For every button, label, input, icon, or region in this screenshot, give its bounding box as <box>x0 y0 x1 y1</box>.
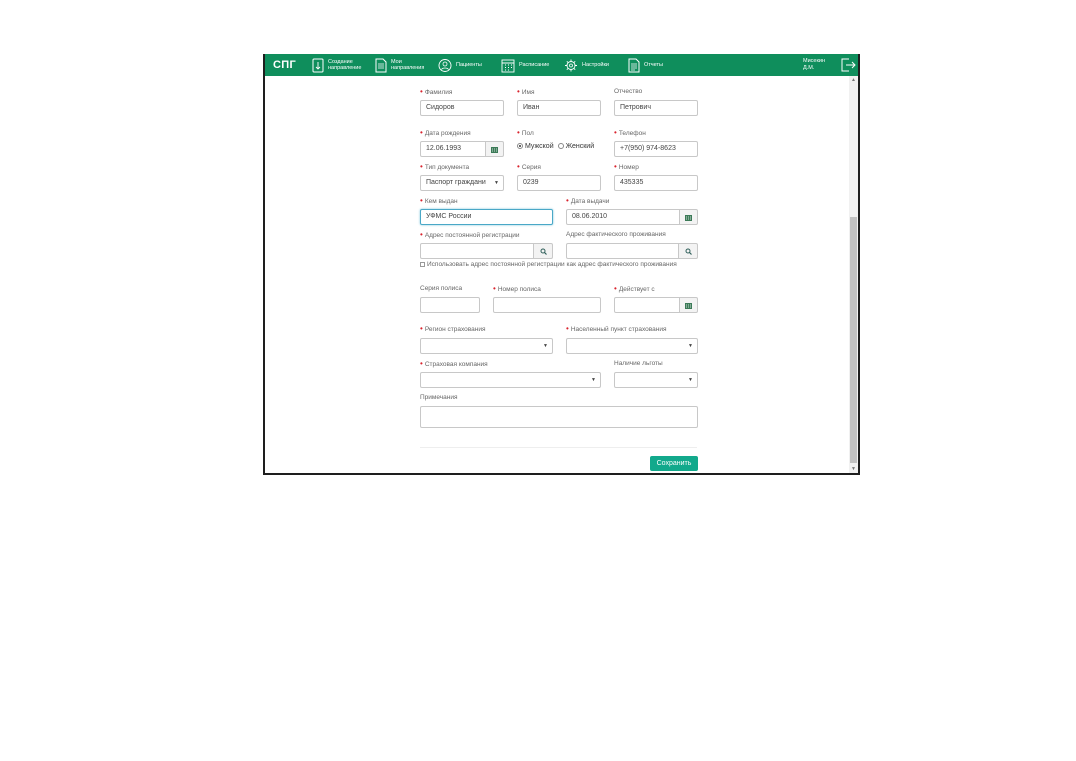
nav-create-referral-label: Создание направление <box>328 58 362 72</box>
nav-my-referrals-label: Мои направления <box>391 58 425 72</box>
use-reg-address-checkbox-row[interactable]: Использовать адрес постоянной регистраци… <box>420 261 680 269</box>
doc-number-field[interactable]: 435335 <box>614 175 698 191</box>
reg-address-label: • Адрес постоянной регистрации <box>420 230 520 239</box>
patronymic-label: Отчество <box>614 88 643 95</box>
phone-label: • Телефон <box>614 128 646 137</box>
insurance-locality-select[interactable]: ▼ <box>566 338 698 354</box>
nav-settings[interactable]: Настройки <box>564 57 609 73</box>
first-name-label: • Имя <box>517 87 535 96</box>
sex-female-option[interactable]: Женский <box>557 143 594 150</box>
doc-type-label: • Тип документа <box>420 162 470 171</box>
calendar-icon <box>685 302 692 309</box>
birth-date-label: • Дата рождения <box>420 128 471 137</box>
nav-create-referral[interactable]: Создание направление <box>312 57 361 73</box>
chevron-down-icon: ▼ <box>494 180 499 186</box>
issue-date-label: • Дата выдачи <box>566 196 610 205</box>
report-icon <box>628 58 640 72</box>
chevron-down-icon: ▼ <box>543 343 548 349</box>
actual-address-search-button[interactable] <box>678 243 698 259</box>
valid-from-calendar-button[interactable] <box>679 297 698 313</box>
insurance-company-label: • Страховая компания <box>420 359 488 368</box>
scroll-thumb[interactable] <box>850 217 857 463</box>
vertical-scrollbar[interactable]: ▲ ▼ <box>849 76 858 473</box>
chevron-down-icon: ▼ <box>688 377 693 383</box>
nav-schedule[interactable]: Расписание <box>501 57 549 73</box>
policy-series-field[interactable] <box>420 297 480 313</box>
brand-logo[interactable]: СПГ <box>273 59 296 71</box>
doc-series-label: • Серия <box>517 162 541 171</box>
actual-address-field[interactable] <box>566 243 679 259</box>
last-name-label: • Фамилия <box>420 87 453 96</box>
user-name: Мисекин Д.М. <box>803 58 825 71</box>
save-button[interactable]: Сохранить <box>650 456 698 471</box>
nav-patients[interactable]: Пациенты <box>438 57 482 73</box>
doc-type-select[interactable]: Паспорт граждани ▼ <box>420 175 504 191</box>
policy-number-field[interactable] <box>493 297 601 313</box>
phone-field[interactable]: +7(950) 974-8623 <box>614 141 698 157</box>
nav-patients-label: Пациенты <box>456 61 482 68</box>
benefit-label: Наличие льготы <box>614 360 663 367</box>
doc-number-label: • Номер <box>614 162 639 171</box>
logout-icon[interactable] <box>840 57 856 73</box>
insurance-locality-label: • Населенный пункт страхования <box>566 324 667 333</box>
insurance-region-label: • Регион страхования <box>420 324 486 333</box>
radio-male[interactable] <box>517 143 523 150</box>
issue-date-calendar-button[interactable] <box>679 209 698 225</box>
scroll-down-icon[interactable]: ▼ <box>850 465 857 473</box>
use-reg-address-checkbox[interactable] <box>420 261 425 267</box>
chevron-down-icon: ▼ <box>591 377 596 383</box>
valid-from-field[interactable] <box>614 297 680 313</box>
search-icon <box>685 248 692 255</box>
doc-type-value: Паспорт граждани <box>426 179 486 186</box>
calendar-icon <box>501 59 515 72</box>
form-divider <box>420 447 697 448</box>
issue-date-field[interactable]: 08.06.2010 <box>566 209 680 225</box>
sex-male-option[interactable]: Мужской <box>517 143 554 150</box>
calendar-icon <box>685 214 692 221</box>
notes-label: Примечания <box>420 394 458 401</box>
user-icon <box>438 58 452 72</box>
policy-series-label: Серия полиса <box>420 285 463 292</box>
benefit-select[interactable]: ▼ <box>614 372 698 388</box>
use-reg-address-label: Использовать адрес постоянной регистраци… <box>427 261 677 268</box>
nav-reports-label: Отчеты <box>644 61 664 68</box>
issued-by-field[interactable]: УФМС России <box>420 209 553 225</box>
issued-by-label: • Кем выдан <box>420 196 458 205</box>
doc-series-field[interactable]: 0239 <box>517 175 601 191</box>
notes-textarea[interactable] <box>420 406 698 428</box>
policy-number-label: • Номер полиса <box>493 284 541 293</box>
insurance-company-select[interactable]: ▼ <box>420 372 601 388</box>
reg-address-field[interactable] <box>420 243 534 259</box>
nav-settings-label: Настройки <box>582 61 609 68</box>
gear-icon <box>565 59 577 71</box>
document-icon <box>375 58 387 72</box>
create-referral-icon <box>312 58 324 72</box>
birth-date-calendar-button[interactable] <box>485 141 504 157</box>
sex-label: • Пол <box>517 128 534 137</box>
radio-female[interactable] <box>557 143 564 150</box>
valid-from-label: • Действует с <box>614 284 655 293</box>
insurance-region-select[interactable]: ▼ <box>420 338 553 354</box>
nav-reports[interactable]: Отчеты <box>628 57 663 73</box>
app-window: СПГ Создание направление Мои направления… <box>263 54 860 475</box>
nav-schedule-label: Расписание <box>519 61 550 68</box>
actual-address-label: Адрес фактического проживания <box>566 231 666 238</box>
calendar-icon <box>491 146 498 153</box>
search-icon <box>540 248 547 255</box>
scroll-up-icon[interactable]: ▲ <box>850 76 857 84</box>
birth-date-field[interactable]: 12.06.1993 <box>420 141 486 157</box>
first-name-field[interactable]: Иван <box>517 100 601 116</box>
nav-my-referrals[interactable]: Мои направления <box>375 57 424 73</box>
reg-address-search-button[interactable] <box>533 243 553 259</box>
sex-radio-group: Мужской Женский <box>517 143 594 150</box>
last-name-field[interactable]: Сидоров <box>420 100 504 116</box>
patronymic-field[interactable]: Петрович <box>614 100 698 116</box>
chevron-down-icon: ▼ <box>688 343 693 349</box>
top-navbar: СПГ Создание направление Мои направления… <box>265 54 858 76</box>
